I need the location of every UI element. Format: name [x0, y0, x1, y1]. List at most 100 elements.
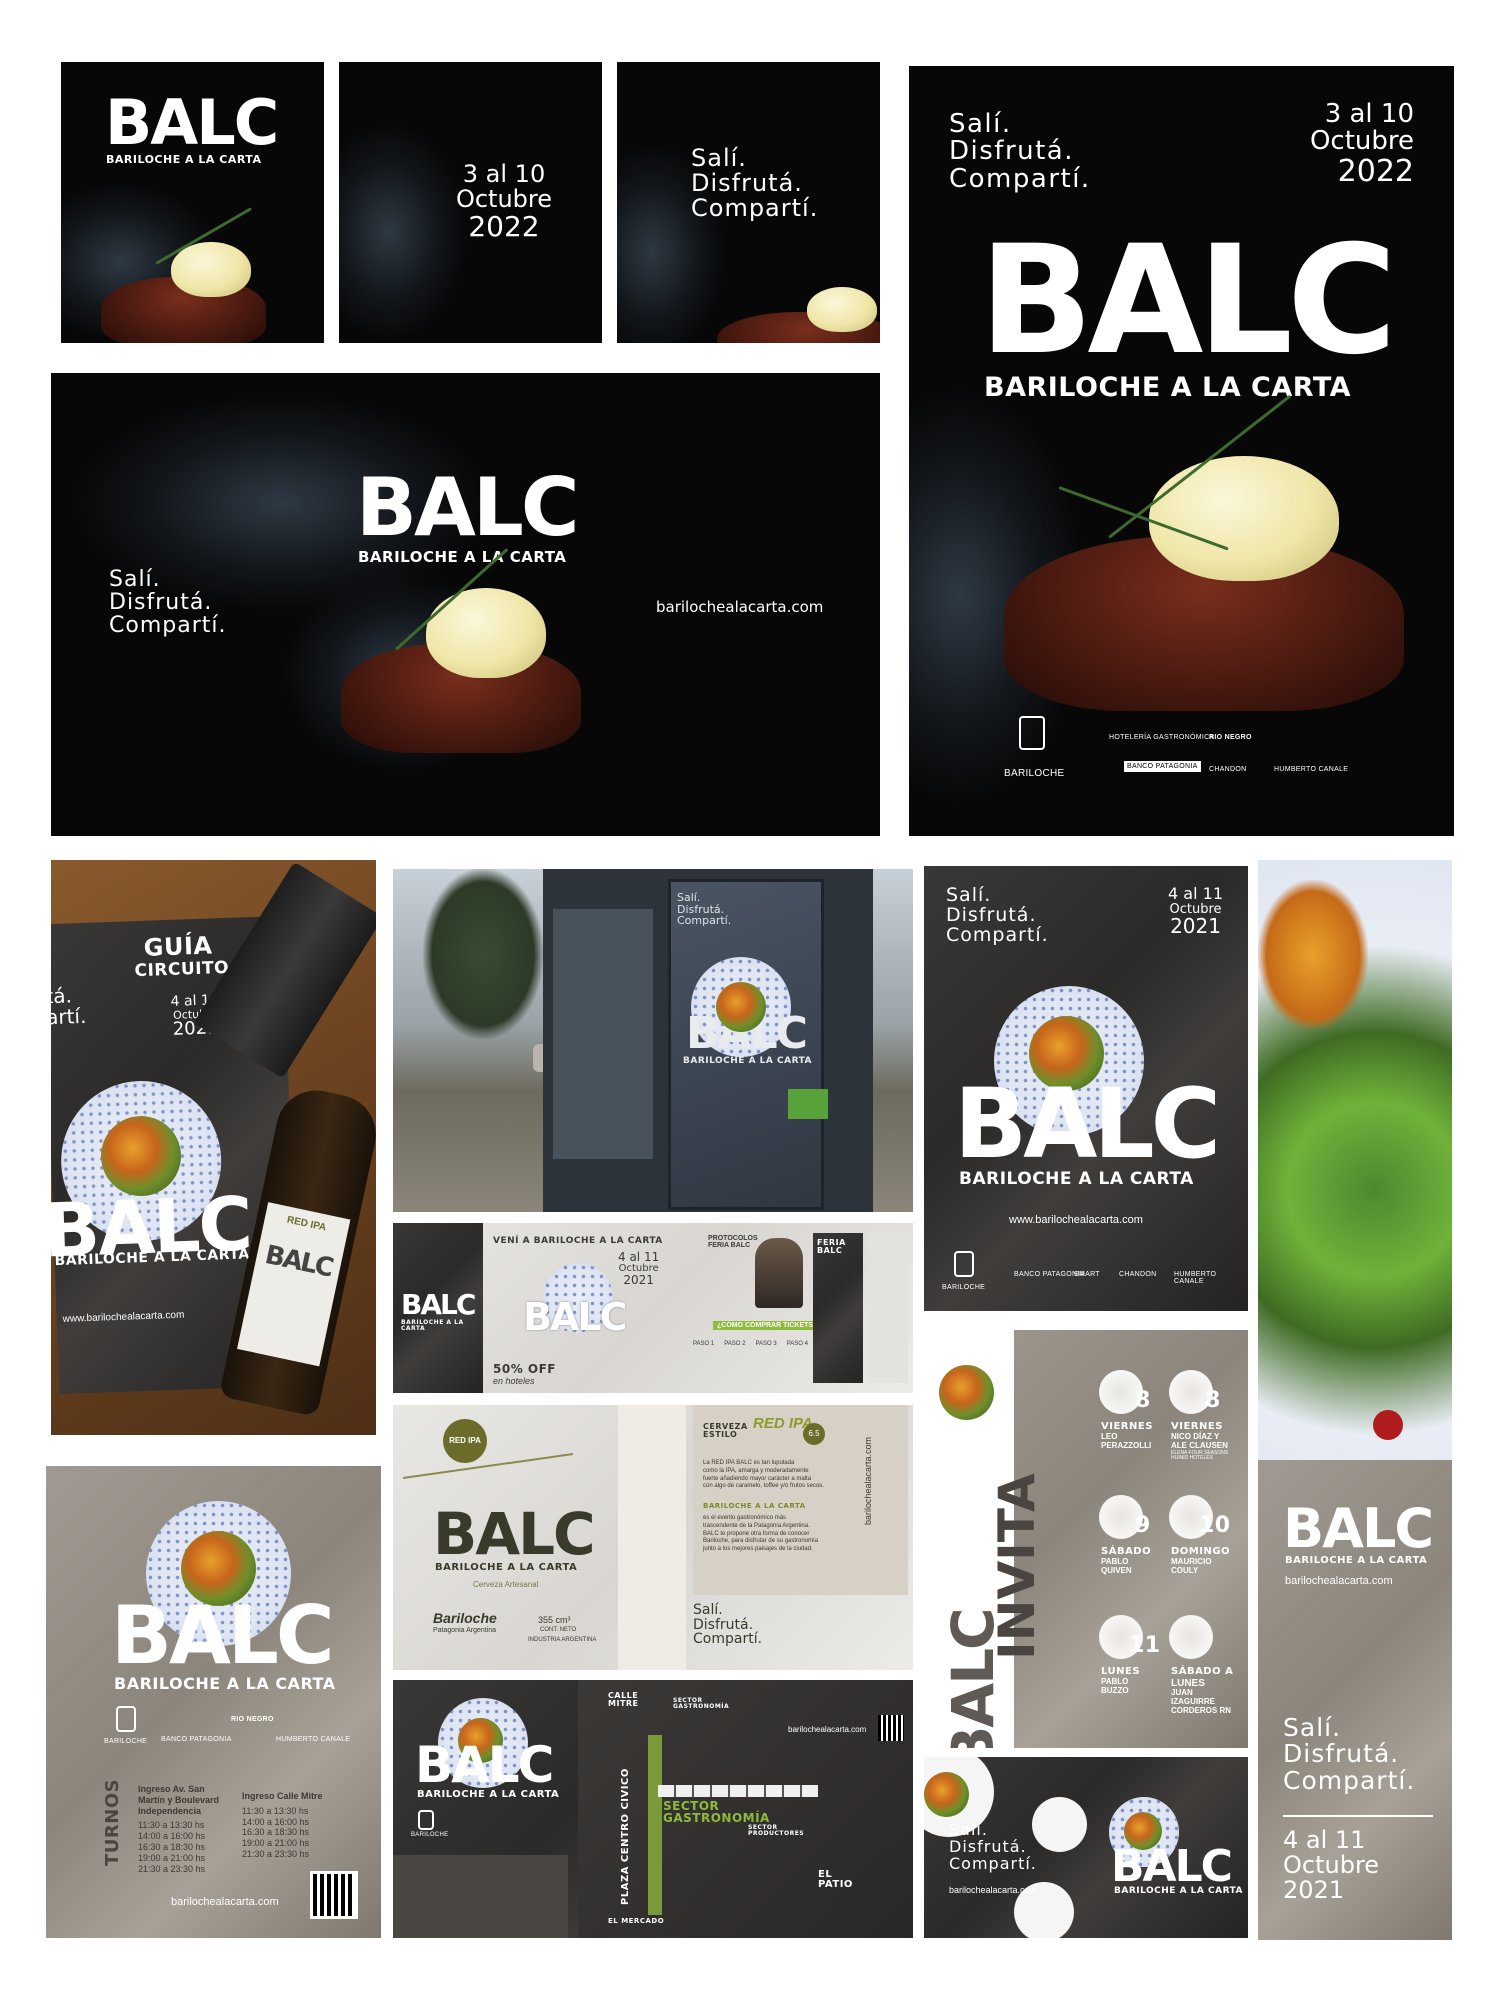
sector-line-2: GASTRONOMÍA — [673, 1703, 730, 1710]
chef-name: PABLO QUIVEN — [1101, 1557, 1132, 1576]
chef-name-line: COULY — [1171, 1565, 1199, 1575]
beer-info-panel: CERVEZA ESTILO RED IPA 6.5 La RED IPA BA… — [693, 1405, 908, 1595]
slogan-line-3: Compartí. — [949, 163, 1091, 194]
food-sauce-dot — [1373, 1410, 1403, 1440]
brand-logo: BALC — [954, 1068, 1221, 1180]
slogan-line-1: Salí. — [1283, 1713, 1342, 1742]
date-block: 3 al 10 Octubre 2022 — [1309, 100, 1414, 187]
slogan-fragment-2: artí. — [51, 1003, 87, 1030]
photo-guide-bottle: tá. artí. GUÍA CIRCUITO 4 al 11 Octubre … — [51, 860, 376, 1435]
website-url: www.barilochealacarta.com — [62, 1309, 185, 1325]
turno-slot: 19:00 a 21:00 hs — [242, 1838, 310, 1849]
turnos-col1-title-2: Martín y Boulevard — [138, 1794, 220, 1805]
how-to-buy: ¿CÓMO COMPRAR TICKETS? — [713, 1321, 822, 1330]
sponsor-banco: BANCO PATAGONIA — [161, 1736, 232, 1743]
beer-type: Cerveza Artesanal — [473, 1580, 539, 1589]
butter-image — [807, 287, 877, 332]
brand-logo: BALC — [356, 461, 580, 554]
step-list: PASO 1 PASO 2 PASO 3 PASO 4 — [693, 1341, 808, 1347]
slogan-line-3: Compartí. — [677, 914, 732, 928]
website-url: barilochealacarta.com — [171, 1896, 279, 1908]
slogan-line-2: Disfrutá. — [691, 169, 803, 198]
slogan-block: Salí. Disfrutá. Compartí. — [693, 1603, 762, 1647]
person-photo — [755, 1238, 803, 1308]
chef-number: 11 — [1129, 1633, 1161, 1658]
date-range: 4 al 11 — [1283, 1826, 1366, 1854]
invita-title-2: INVITA — [988, 1473, 1046, 1660]
website-url: barilochealacarta.com — [949, 1885, 1038, 1895]
chef-name: MAURICIO COULY — [1171, 1557, 1211, 1576]
website-url: barilochealacarta.com — [1285, 1575, 1393, 1587]
banner-wide: BALC BARILOCHE A LA CARTA Salí. Disfrutá… — [51, 373, 880, 836]
divider — [1283, 1815, 1433, 1817]
mercado-line-1: EL — [608, 1917, 619, 1925]
chef-number: 8 — [1135, 1388, 1151, 1413]
chef-day: VIERNES — [1171, 1421, 1223, 1432]
protocol-title: PROTOCOLOS FERIA BALC — [708, 1235, 758, 1249]
brand-logo: BALC — [111, 1589, 335, 1682]
sponsor-bariloche: BARILOCHE — [942, 1284, 986, 1291]
turno-slot: 21:30 a 23:30 hs — [138, 1863, 206, 1874]
bench — [788, 1089, 828, 1119]
beer-volume: 355 cm³ — [538, 1615, 571, 1625]
chef-day: SÁBADO A — [1171, 1666, 1234, 1677]
sponsor-bariloche: BARILOCHE — [411, 1832, 449, 1838]
turnos-col1-title-1: Ingreso Av. San — [138, 1784, 205, 1794]
date-range: 4 al 11 — [1168, 884, 1223, 903]
turno-slot: 14:00 a 16:00 hs — [242, 1816, 310, 1827]
bus-shelter: Salí. Disfrutá. Compartí. BALC BARILOCHE… — [543, 869, 873, 1212]
calle-label: CALLE MITRE — [608, 1692, 639, 1708]
turno-slot: 19:00 a 21:00 hs — [138, 1852, 206, 1863]
poster-turnos: BALC BARILOCHE A LA CARTA BARILOCHE BANC… — [46, 1466, 381, 1938]
slogan-block: Salí. Disfrutá. Compartí. — [949, 1821, 1037, 1873]
turnos-col2-title: Ingreso Calle Mitre — [242, 1791, 323, 1801]
slogan-block: Salí. Disfrutá. Compartí. — [946, 885, 1049, 946]
slogan-line-3: Compartí. — [691, 194, 819, 223]
date-year: 2021 — [623, 1273, 654, 1288]
sector-gastronomia-label: SECTOR GASTRONOMÍA — [663, 1800, 770, 1824]
beer-label-name: RED IPA — [285, 1214, 328, 1234]
sponsor-banco: BANCO PATAGONIA — [1124, 761, 1201, 772]
chef-name-line: CORDEROS RN — [1171, 1705, 1232, 1715]
turno-slot: 11:30 a 13:30 hs — [242, 1805, 309, 1816]
beer-region: Patagonia Argentina — [433, 1627, 497, 1634]
section-description: es el evento gastronómico más trascenden… — [703, 1515, 818, 1554]
slogan-line-3: Compartí. — [1283, 1765, 1416, 1795]
slogan-line-2: Disfrutá. — [1283, 1739, 1400, 1769]
sponsor-rio-negro: RIO NEGRO — [1209, 734, 1252, 741]
sponsor-chandon: CHANDON — [1209, 766, 1247, 773]
date-month: Octubre — [1283, 1851, 1380, 1880]
desc-line: La RED IPA BALC es tan lupulada — [703, 1460, 795, 1466]
banner-vertical-food: BALC BARILOCHE A LA CARTA barilochealaca… — [1258, 860, 1452, 1940]
chef-day: LUNES — [1101, 1666, 1141, 1677]
sponsor-canale: HUMBERTO CANALE — [1274, 766, 1349, 773]
poster-balc-invita: BALC INVITA 8 VIERNES LEO PERAZZOLLI 8 V… — [924, 1330, 1248, 1748]
slogan-block: Salí. Disfrutá. Compartí. — [109, 568, 226, 637]
slogan-line-3: Compartí. — [949, 1853, 1037, 1873]
beer-tagline: BARILOCHE A LA CARTA — [435, 1562, 578, 1573]
plaza-label: PLAZA CENTRO CIVICO — [620, 1768, 631, 1905]
chef-day: SÁBADO — [1101, 1546, 1152, 1557]
food-garnish — [1258, 880, 1368, 1030]
calle-line-2: MITRE — [608, 1699, 639, 1708]
date-block: 4 al 11 Octubre 2021 — [1168, 884, 1223, 937]
bus-shelter-ad-panel: Salí. Disfrutá. Compartí. BALC BARILOCHE… — [668, 879, 824, 1210]
brand-logo: BALC — [105, 86, 279, 159]
section-line: junto a los mejores paisajes de la ciuda… — [703, 1546, 813, 1553]
brand-logo: BALC — [1111, 1841, 1233, 1892]
beer-volume-sub: CONT. NETO — [540, 1627, 577, 1633]
bottle-label: RED IPA BALC — [237, 1202, 351, 1367]
vertical-url: barilochealacarta.com — [863, 1436, 873, 1525]
productores-label: SECTOR PRODUCTORES — [748, 1825, 804, 1837]
banner-dates: 3 al 10 Octubre 2022 — [339, 62, 602, 343]
bariloche-logo-icon — [116, 1706, 136, 1732]
photo-bus-stop: Salí. Disfrutá. Compartí. BALC BARILOCHE… — [393, 869, 913, 1212]
brand-tagline: BARILOCHE A LA CARTA — [1285, 1555, 1428, 1566]
date-month: Octubre — [1309, 126, 1414, 157]
turnos-label: TURNOS — [102, 1778, 123, 1866]
slogan-line-3: Compartí. — [109, 613, 227, 639]
poster-2021-dark: Salí. Disfrutá. Compartí. 4 al 11 Octubr… — [924, 866, 1248, 1311]
sponsor-smart: SMART — [1074, 1271, 1100, 1278]
offer-subtitle: en hoteles — [493, 1376, 535, 1386]
mercado-label: EL MERCADO — [608, 1918, 664, 1925]
